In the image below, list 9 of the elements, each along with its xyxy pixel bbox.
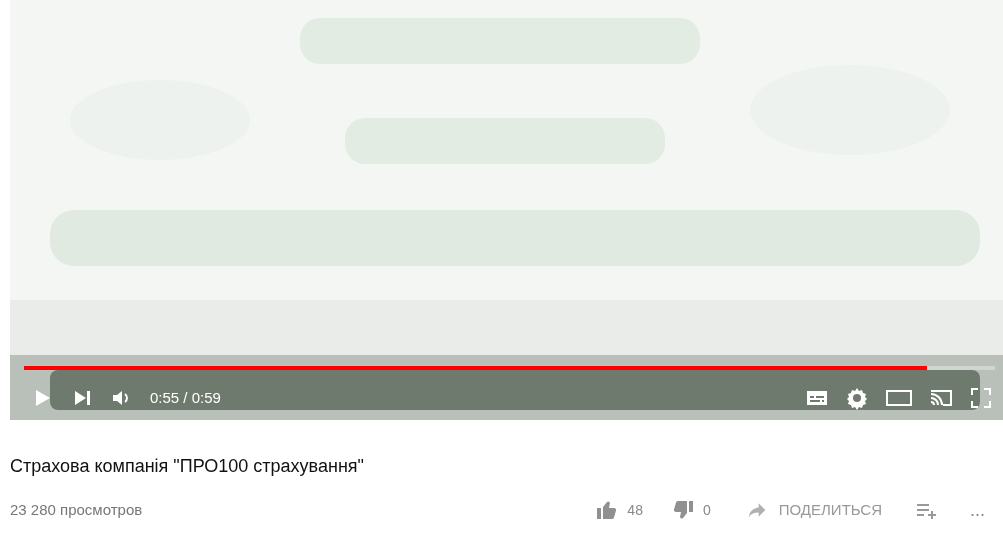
- settings-icon[interactable]: [845, 386, 869, 410]
- video-title: Страхова компанія "ПРО100 страхування": [10, 455, 365, 478]
- like-button[interactable]: 48: [595, 498, 643, 522]
- time-display: 0:55 / 0:59: [150, 387, 221, 408]
- more-button[interactable]: ...: [970, 501, 985, 519]
- dislike-button[interactable]: 0: [670, 498, 711, 522]
- view-count: 23 280 просмотров: [10, 499, 143, 520]
- fullscreen-icon[interactable]: [969, 386, 993, 410]
- share-button[interactable]: ПОДЕЛИТЬСЯ: [746, 498, 882, 522]
